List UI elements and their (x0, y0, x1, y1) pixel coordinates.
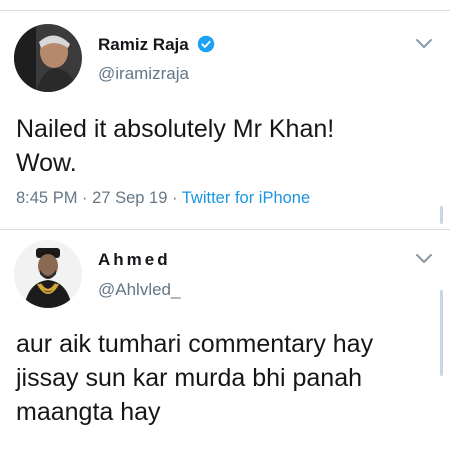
tweet-thread: Ramiz Raja @iramizraja Nailed it absolut… (0, 0, 450, 450)
tweet-text-line: maangta hay (16, 398, 161, 426)
tweet-text-line: jissay sun kar murda bhi panah (16, 364, 363, 392)
chevron-down-icon[interactable] (415, 38, 433, 50)
tweet-date[interactable]: 27 Sep 19 (92, 189, 167, 207)
tweet-time[interactable]: 8:45 PM (16, 189, 77, 207)
display-name-ramiz[interactable]: Ramiz Raja (98, 35, 189, 55)
tweet-meta: 8:45 PM · 27 Sep 19 · Twitter for iPhone (16, 189, 310, 208)
scrollbar-thumb[interactable] (440, 290, 443, 376)
tweet-text-line: Wow. (16, 149, 77, 177)
avatar-ahmed[interactable] (14, 240, 82, 308)
display-name-ahmed[interactable]: Ahmed (98, 250, 171, 270)
avatar-ramiz-image (14, 24, 82, 92)
handle-ramiz[interactable]: @iramizraja (98, 64, 189, 84)
meta-separator: · (82, 189, 88, 207)
avatar-ramiz[interactable] (14, 24, 82, 92)
tweet-text-line: Nailed it absolutely Mr Khan! (16, 115, 335, 143)
handle-ahmed[interactable]: @Ahlvled_ (98, 280, 180, 300)
tweet-divider (0, 229, 450, 230)
tweet-text-line: aur aik tumhari commentary hay (16, 330, 374, 358)
tweet-source-link[interactable]: Twitter for iPhone (182, 189, 310, 207)
avatar-ahmed-image (14, 240, 82, 308)
scrollbar-thumb[interactable] (440, 206, 443, 224)
top-divider (0, 10, 450, 11)
chevron-down-icon[interactable] (415, 253, 433, 265)
verified-badge-icon (197, 35, 215, 53)
meta-separator: · (171, 189, 178, 207)
